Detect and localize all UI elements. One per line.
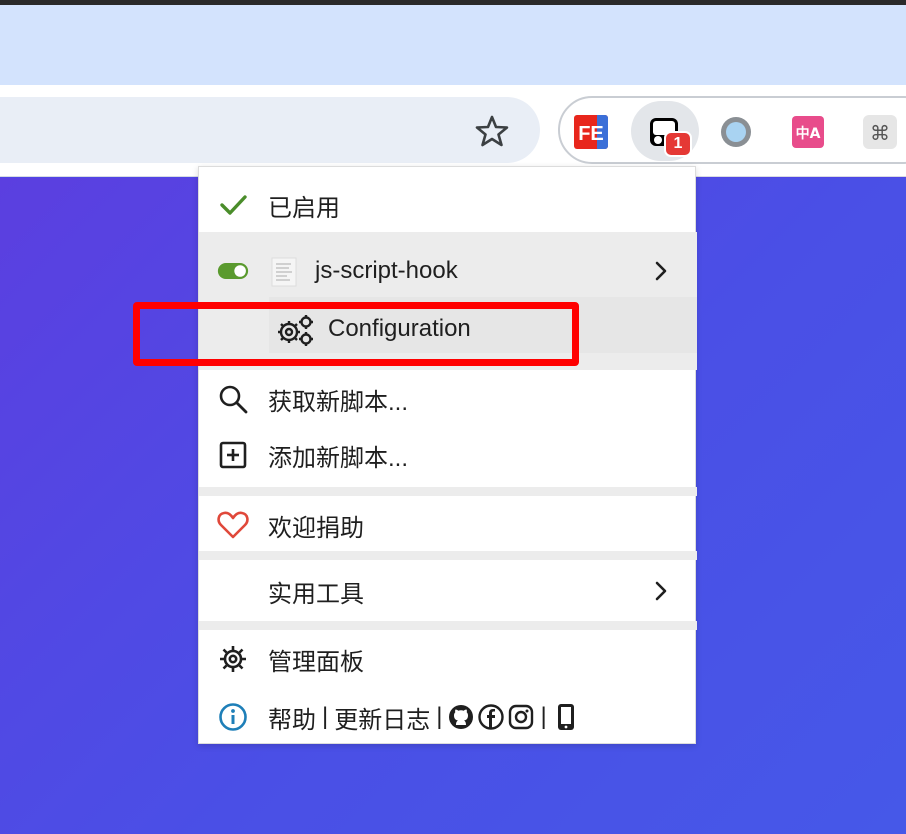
dashboard-label: 管理面板: [268, 648, 364, 676]
menu-divider: [199, 487, 697, 496]
add-box-icon: [217, 439, 249, 471]
gear-icon: [217, 643, 249, 675]
utilities-label: 实用工具: [268, 580, 364, 608]
mobile-phone-icon[interactable]: [553, 704, 579, 730]
fe-label: FE: [578, 123, 604, 145]
instagram-icon[interactable]: [508, 704, 534, 730]
enabled-label: 已启用: [268, 194, 340, 222]
find-scripts-label: 获取新脚本...: [268, 388, 409, 416]
translate-extension-icon[interactable]: 中A: [788, 112, 828, 152]
translate-label: 中A: [796, 125, 821, 142]
find-scripts-row[interactable]: 获取新脚本...: [199, 377, 697, 421]
add-script-label: 添加新脚本...: [268, 444, 409, 472]
extension-badge: 1: [664, 131, 692, 157]
tampermonkey-popup-menu: 已启用 js-script-hook Configuration 获取新脚本..…: [198, 166, 697, 744]
search-icon: [217, 383, 249, 415]
script-name: js-script-hook: [315, 257, 458, 284]
github-icon[interactable]: [448, 704, 474, 730]
command-label: ⌘: [870, 121, 890, 145]
utilities-row[interactable]: 实用工具: [199, 569, 697, 613]
menu-divider: [199, 621, 697, 630]
configuration-row[interactable]: Configuration: [199, 307, 697, 351]
script-document-icon: [271, 257, 297, 287]
changelog-link[interactable]: 更新日志: [334, 700, 430, 735]
circle-extension-icon[interactable]: [716, 112, 756, 152]
chevron-right-icon: [651, 579, 671, 603]
donate-row[interactable]: 欢迎捐助: [199, 503, 697, 547]
help-link[interactable]: 帮助: [268, 700, 316, 735]
chevron-right-icon: [651, 259, 671, 283]
command-extension-icon[interactable]: ⌘: [860, 112, 900, 152]
donate-label: 欢迎捐助: [268, 514, 364, 542]
tab-bar: [0, 5, 906, 85]
fe-helper-extension-icon[interactable]: FE: [571, 112, 611, 152]
help-row: 帮助 | 更新日志 | |: [199, 695, 697, 739]
menu-divider: [199, 551, 697, 560]
enabled-row[interactable]: 已启用: [199, 183, 697, 227]
toggle-switch[interactable]: [217, 255, 249, 287]
address-bar[interactable]: [0, 97, 540, 163]
facebook-icon[interactable]: [478, 704, 505, 730]
bookmark-star-icon[interactable]: [474, 113, 510, 149]
checkmark-icon: [217, 189, 249, 221]
info-icon: [217, 701, 249, 733]
configuration-label: Configuration: [328, 315, 471, 342]
heart-icon: [217, 509, 249, 541]
dashboard-row[interactable]: 管理面板: [199, 637, 697, 681]
divider-text: |: [540, 703, 547, 730]
divider-text: |: [436, 703, 443, 730]
divider-text: |: [322, 703, 329, 730]
gears-icon: [275, 313, 315, 347]
add-script-row[interactable]: 添加新脚本...: [199, 433, 697, 477]
script-row-js-script-hook[interactable]: js-script-hook: [199, 249, 697, 293]
help-links: 帮助 | 更新日志 | |: [268, 700, 579, 735]
